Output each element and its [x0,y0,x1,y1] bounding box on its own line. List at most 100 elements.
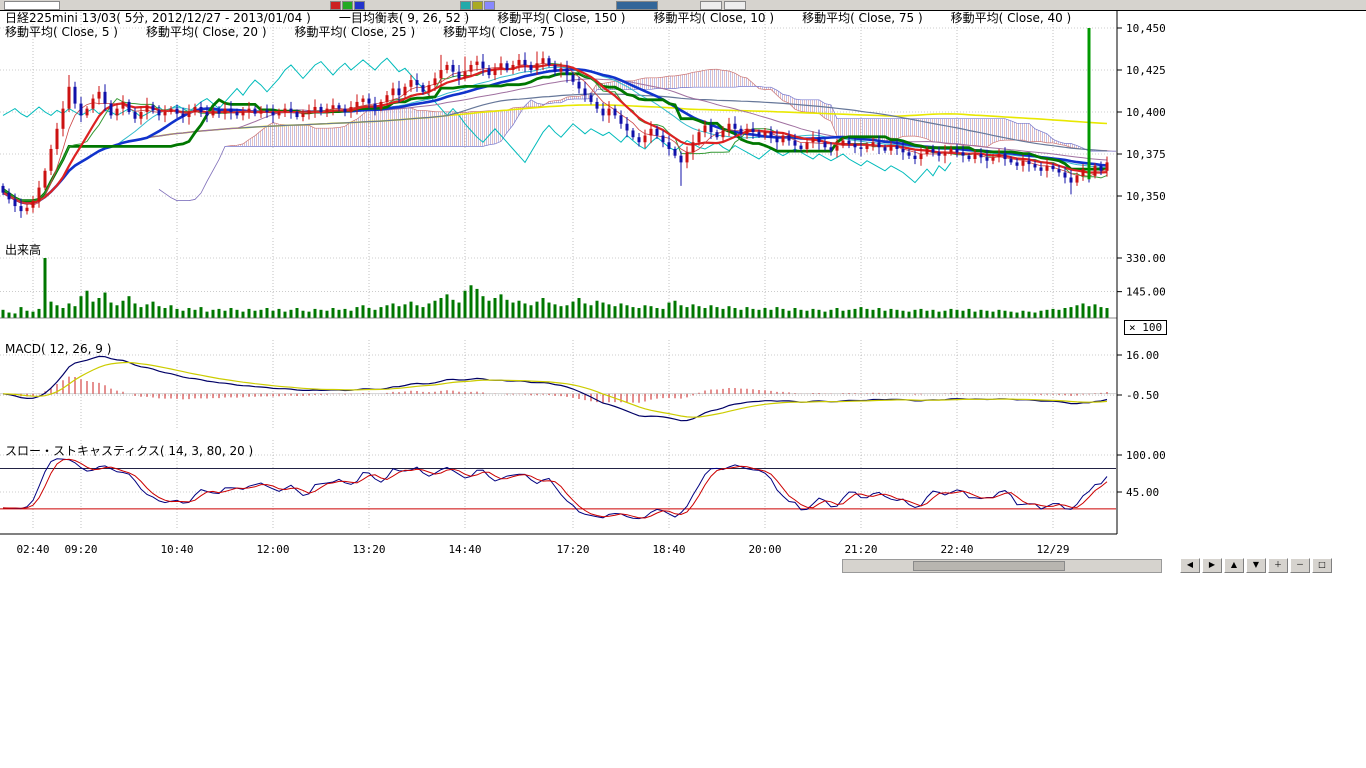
volume-bar [752,309,755,318]
volume-bar [548,303,551,318]
volume-bar [56,305,59,318]
nav-up-button[interactable]: ▲ [1224,558,1244,573]
volume-bar [788,311,791,318]
candle-body [50,149,53,171]
toolbar-button-red-icon[interactable] [330,1,341,10]
candle-body [440,70,443,78]
volume-bar [818,310,821,318]
candle-body [860,147,863,149]
toolbar-button-yellow-icon[interactable] [472,1,483,10]
volume-bar [62,308,65,318]
candle-body [356,102,359,107]
candle-body [602,109,605,116]
toolbar-button-gray1[interactable] [700,1,722,10]
y-axis-label: 10,375 [1126,148,1166,161]
chart-canvas[interactable]: 10,45010,42510,40010,37510,350330.00145.… [0,0,1366,558]
candle-body [584,88,587,95]
candle-body [62,109,65,129]
volume-bar [620,303,623,318]
candle-body [110,104,113,116]
candle-body [458,72,461,79]
candle-body [260,110,263,113]
candle-body [146,105,149,112]
volume-bar [974,312,977,318]
volume-bar [914,310,917,318]
volume-bar [698,306,701,318]
nav-right-button[interactable]: ▶ [1202,558,1222,573]
candle-body [746,129,749,134]
candle-body [32,201,35,208]
volume-bar [986,311,989,318]
volume-bar [992,312,995,318]
zoom-out-button[interactable]: － [1290,558,1310,573]
candle-body [476,62,479,65]
toolbar-button-violet-icon[interactable] [484,1,495,10]
candle-body [212,110,215,115]
volume-bar [926,311,929,318]
volume-bar [206,312,209,318]
candle-body [686,152,689,162]
volume-bar [1004,311,1007,318]
volume-bar [86,291,89,318]
volume-bar [1022,311,1025,318]
y-axis-label: 100.00 [1126,449,1166,462]
candle-body [734,124,737,129]
zoom-in-button[interactable]: ＋ [1268,558,1288,573]
candle-body [1040,167,1043,170]
candle-body [644,136,647,143]
volume-bar [266,308,269,318]
volume-bar [602,303,605,318]
volume-bar [998,310,1001,318]
volume-bar [920,309,923,318]
candle-body [194,107,197,112]
reset-view-button[interactable]: □ [1312,558,1332,573]
toolbar-button-gray2[interactable] [724,1,746,10]
candle-body [572,75,575,82]
candle-body [266,110,269,112]
candle-body [614,109,617,116]
volume-bar [968,309,971,318]
volume-bar [68,303,71,318]
candle-body [290,109,293,112]
candle-body [272,112,275,115]
candle-body [920,154,923,159]
candle-body [134,112,137,119]
volume-bar [230,308,233,318]
toolbar-button-blue-icon[interactable] [354,1,365,10]
candle-body [914,156,917,159]
volume-bar [404,304,407,318]
volume-bar [590,305,593,318]
candle-body [608,109,611,116]
candle-body [932,149,935,152]
volume-bar [896,310,899,318]
volume-bar [800,310,803,318]
candle-body [176,109,179,114]
toolbar-button-green-icon[interactable] [342,1,353,10]
volume-bar [164,308,167,318]
volume-bar [416,305,419,318]
nav-left-button[interactable]: ◀ [1180,558,1200,573]
stochastics-panel [0,459,1117,519]
candle-body [842,141,845,146]
volume-bar [1106,308,1109,318]
candle-body [992,157,995,160]
volume-bar [374,310,377,318]
volume-bar [980,310,983,318]
candle-body [368,99,371,104]
toolbar-button-wide[interactable] [616,1,658,10]
candle-body [98,92,101,99]
candle-body [128,102,131,112]
candle-body [638,137,641,142]
candle-body [224,109,227,114]
candle-body [812,137,815,142]
scrollbar-thumb[interactable] [913,561,1065,571]
volume-bar [326,311,329,318]
volume-bar [446,294,449,318]
candle-body [320,107,323,112]
candle-body [1022,161,1025,166]
toolbar-button-cyan-icon[interactable] [460,1,471,10]
volume-bar [842,311,845,318]
toolbar-dropdown[interactable] [4,1,60,10]
horizontal-scrollbar[interactable] [842,559,1162,573]
nav-down-button[interactable]: ▼ [1246,558,1266,573]
